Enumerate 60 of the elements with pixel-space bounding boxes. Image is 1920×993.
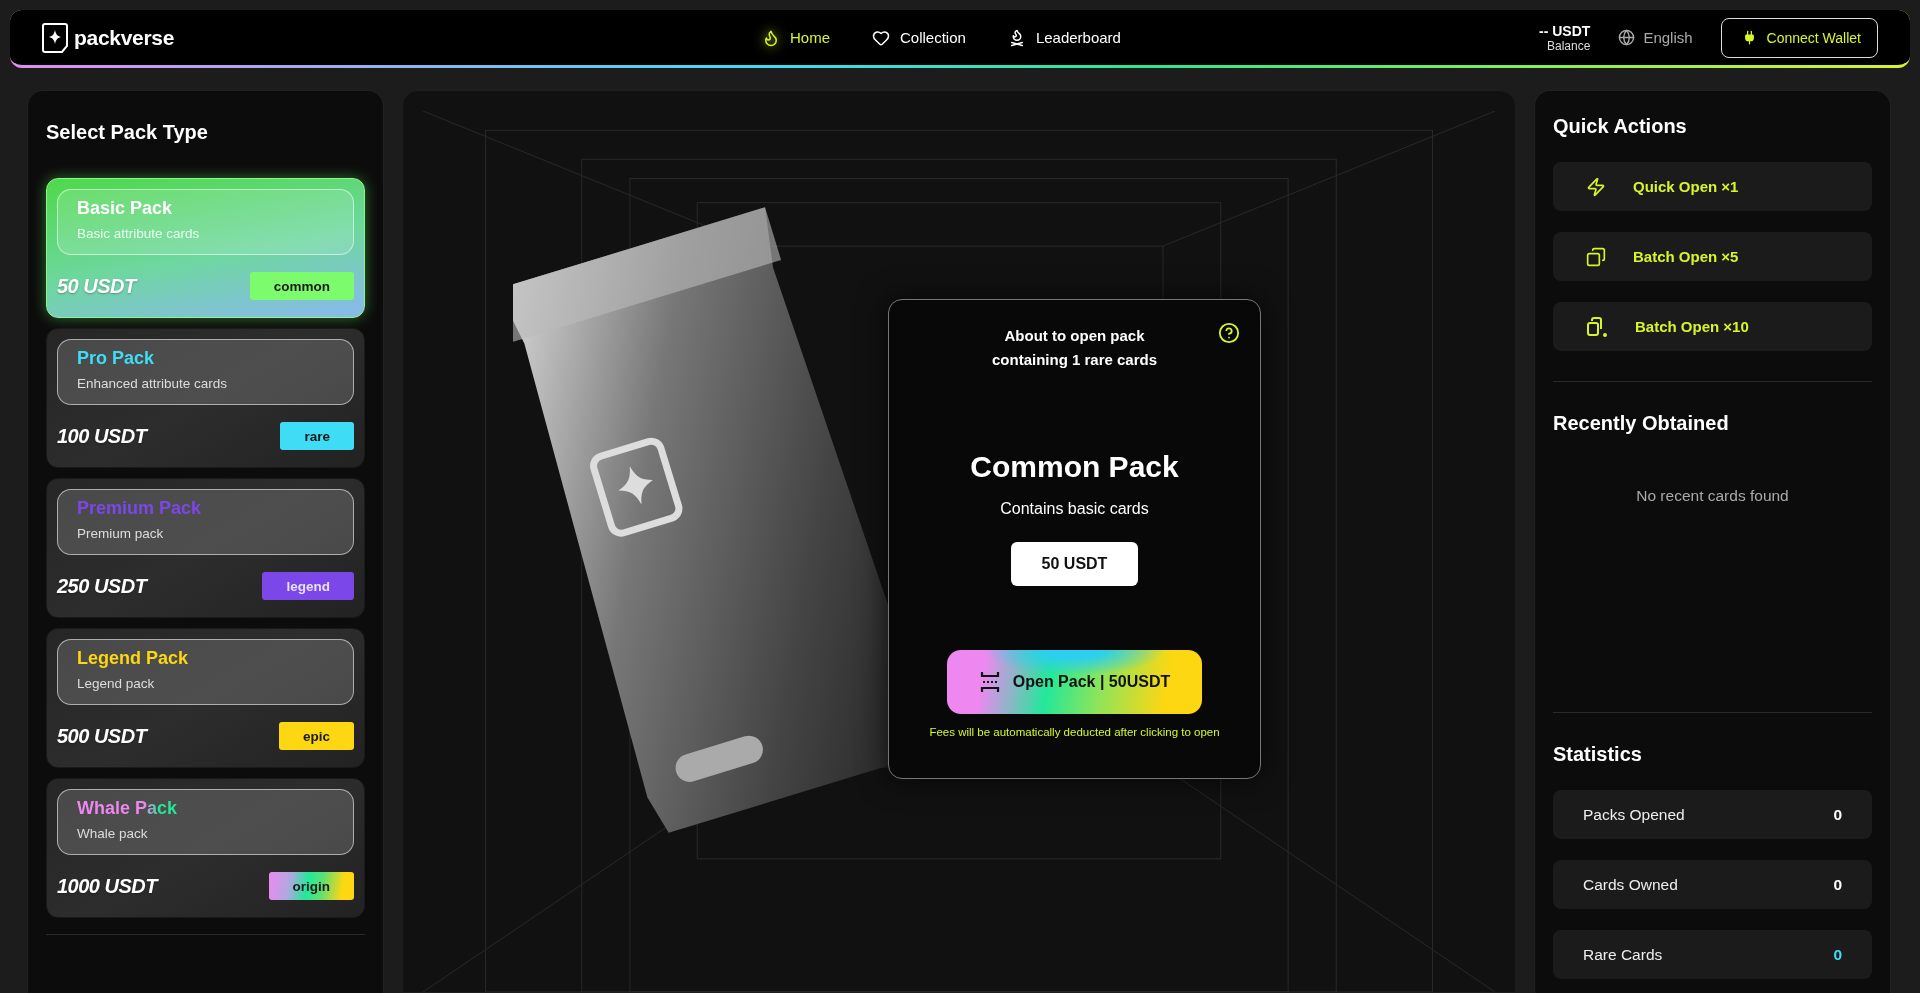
pack-price: 1000 USDT <box>57 874 157 898</box>
pack-description: Enhanced attribute cards <box>77 376 229 391</box>
fee-note: Fees will be automatically deducted after clicking to open <box>929 726 1220 738</box>
stat-value: 0 <box>1833 945 1842 964</box>
balance-label: Balance <box>1547 38 1591 53</box>
balance-amount: -- USDT <box>1539 22 1591 39</box>
connect-wallet-button[interactable]: Connect Wallet <box>1720 17 1878 58</box>
panel-title: Select Pack Type <box>46 121 209 144</box>
lightning-icon <box>1586 176 1606 197</box>
section-title: Statistics <box>1553 743 1643 766</box>
price-label: 50 USDT <box>1010 542 1139 586</box>
rarity-tag: rare <box>280 422 354 450</box>
pack-name: Pro Pack <box>77 348 156 369</box>
quick-action-button[interactable]: Batch Open ×10 <box>1553 302 1872 351</box>
pack-description: Contains basic cards <box>1000 500 1149 518</box>
open-pack-button[interactable]: Open Pack | 50USDT <box>947 650 1202 714</box>
pack-name: Premium Pack <box>77 498 203 519</box>
stat-value: 0 <box>1833 805 1842 824</box>
pack-option-card[interactable]: Basic Pack Basic attribute cards 50 USDT common <box>46 178 365 318</box>
pack-option-card[interactable]: Legend Pack Legend pack 500 USDT epic <box>46 628 365 768</box>
stat-label: Cards Owned <box>1583 875 1678 894</box>
logo-text: packverse <box>74 25 175 50</box>
rarity-tag: legend <box>262 572 354 600</box>
pack-description: Whale pack <box>77 826 149 841</box>
pack-price: 50 USDT <box>57 274 136 298</box>
nav-link[interactable]: Leaderboard <box>1007 28 1121 47</box>
stat-value: 0 <box>1833 875 1842 894</box>
pack-option-card[interactable]: Pro Pack Enhanced attribute cards 100 USDT rare <box>46 328 365 468</box>
pack-name: Basic Pack <box>77 198 174 219</box>
pack-name: Legend Pack <box>77 648 190 669</box>
cards-icon <box>1586 316 1608 337</box>
pack-title: Common Pack <box>970 450 1179 484</box>
quick-action-button[interactable]: Batch Open ×5 <box>1553 232 1872 281</box>
section-title: Recently Obtained <box>1553 412 1730 435</box>
cards-icon <box>1586 246 1606 267</box>
nav-link[interactable]: Home <box>762 28 830 47</box>
rarity-tag: common <box>249 272 354 300</box>
rarity-tag: epic <box>279 722 354 750</box>
pack-description: Legend pack <box>77 676 156 691</box>
pack-price: 250 USDT <box>57 574 147 598</box>
quick-action-button[interactable]: Quick Open ×1 <box>1553 162 1872 211</box>
stat-label: Rare Cards <box>1583 945 1663 964</box>
flame-icon <box>762 28 780 47</box>
rarity-tag: origin <box>268 872 354 900</box>
pack-price: 100 USDT <box>57 424 147 448</box>
logo-icon <box>42 22 68 53</box>
globe-icon <box>1618 29 1636 46</box>
pack-price: 500 USDT <box>57 724 147 748</box>
pack-option-card[interactable]: Premium Pack Premium pack 250 USDT legend <box>46 478 365 618</box>
pack-option-card[interactable]: Whale Pack Whale pack 1000 USDT origin <box>46 778 365 918</box>
section-title: Quick Actions <box>1553 115 1688 138</box>
pack-description: Premium pack <box>77 526 165 541</box>
nav-link[interactable]: Collection <box>872 28 966 47</box>
language-selector[interactable]: English <box>1618 29 1693 46</box>
heart-icon <box>872 28 890 47</box>
stat-label: Packs Opened <box>1583 805 1685 824</box>
open-notice: About to open pack containing 1 rare cards <box>990 326 1159 370</box>
pack-description: Basic attribute cards <box>77 226 201 241</box>
help-icon[interactable] <box>1218 322 1240 344</box>
empty-message: No recent cards found <box>1635 487 1790 505</box>
